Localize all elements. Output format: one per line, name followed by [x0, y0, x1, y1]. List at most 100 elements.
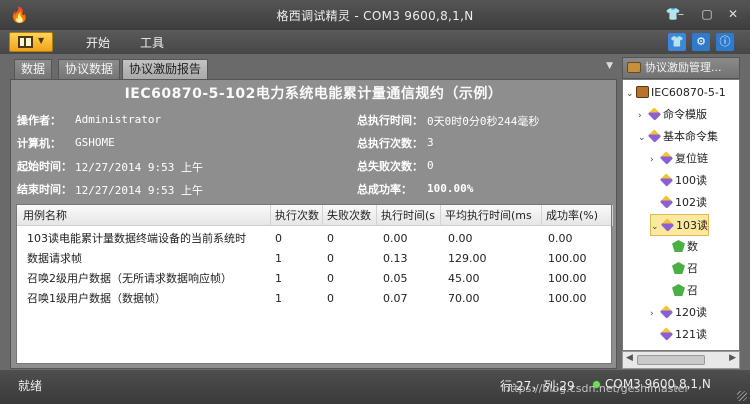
tree-node-label: 100读: [675, 174, 707, 187]
report-title: IEC60870-5-102电力系统电能累计量通信规约（示例）: [124, 86, 503, 102]
cell-exec-count: 1: [275, 292, 282, 305]
column-header-exec-count[interactable]: 执行次数: [271, 205, 323, 226]
tree-node-label: 数: [687, 240, 698, 253]
cell-success-rate: 100.00: [548, 272, 587, 285]
tree-panel-title: 协议激励管理...: [645, 61, 722, 74]
tree-node[interactable]: › 复位链: [650, 148, 708, 170]
diamond-icon: [659, 305, 674, 319]
gem-icon: [672, 240, 685, 252]
chevron-down-icon[interactable]: ⌄: [651, 216, 661, 238]
cell-avg-exec-time: 45.00: [448, 272, 480, 285]
tree-node[interactable]: ⌄ 103读: [650, 214, 709, 236]
tree-node[interactable]: › 120读: [650, 302, 707, 324]
window-title: 格西调试精灵 - COM3 9600,8,1,N: [276, 9, 474, 23]
about-icon[interactable]: ⓘ: [716, 33, 734, 51]
results-table: 用例名称 执行次数 失败次数 执行时间(s 平均执行时间(ms 成功率(%) 1…: [16, 204, 613, 364]
table-row[interactable]: 召唤1级用户数据（数据帧） 1 0 0.07 70.00 100.00: [17, 289, 611, 309]
maximize-button[interactable]: ▢: [696, 4, 718, 24]
total-exec-time-label: 总执行时间：: [357, 114, 423, 127]
chevron-down-icon[interactable]: ⌄: [626, 83, 636, 105]
gem-icon: [672, 284, 685, 296]
tree-node[interactable]: 召: [662, 280, 698, 302]
end-time-value: 12/27/2014 9:53 上午: [75, 184, 203, 197]
tree-node[interactable]: 100读: [650, 170, 707, 192]
cell-success-rate: 100.00: [548, 252, 587, 265]
status-bar: 就绪 行:27，列:29 COM3 9600,8,1,N https://blo…: [0, 370, 750, 404]
tree-node[interactable]: 数: [662, 236, 698, 258]
cell-exec-time: 0.07: [383, 292, 408, 305]
tree-panel-header: 协议激励管理...: [622, 57, 740, 79]
table-row[interactable]: 数据请求帧 1 0 0.13 129.00 100.00: [17, 249, 611, 269]
suitcase-icon: [636, 86, 649, 98]
settings-icon[interactable]: ⚙: [692, 33, 710, 51]
diamond-icon: [660, 218, 675, 232]
cell-exec-count: 1: [275, 272, 282, 285]
tree-node-label: 120读: [675, 306, 707, 319]
column-header-case-name[interactable]: 用例名称: [19, 205, 271, 226]
column-header-success-rate[interactable]: 成功率(%): [542, 205, 613, 226]
cell-fail-count: 0: [327, 292, 334, 305]
tree-node-label: IEC60870-5-1: [651, 86, 726, 99]
table-header: 用例名称 执行次数 失败次数 执行时间(s 平均执行时间(ms 成功率(%): [17, 205, 613, 226]
tree-node[interactable]: 102读: [650, 192, 707, 214]
tree-node-label: 102读: [675, 196, 707, 209]
chevron-down-icon[interactable]: ⌄: [638, 127, 648, 149]
tree-node[interactable]: 121读: [650, 324, 707, 346]
resize-grip-icon[interactable]: [737, 391, 747, 401]
column-header-exec-time[interactable]: 执行时间(s: [377, 205, 441, 226]
watermark-text: https://blog.csdn.net/geshimaster: [503, 382, 689, 395]
chevron-right-icon[interactable]: ›: [650, 149, 660, 171]
shirt-icon[interactable]: 👕: [668, 33, 686, 51]
report-view: IEC60870-5-102电力系统电能累计量通信规约（示例） 操作者： Adm…: [10, 79, 617, 369]
computer-value: GSHOME: [75, 136, 115, 149]
table-row[interactable]: 103读电能累计量数据终端设备的当前系统时 0 0 0.00 0.00 0.00: [17, 229, 611, 249]
cell-case-name: 103读电能累计量数据终端设备的当前系统时: [27, 232, 246, 245]
close-button[interactable]: ✕: [722, 4, 744, 24]
diamond-icon: [659, 195, 674, 209]
tree-node-label: 命令模版: [663, 108, 707, 121]
column-header-avg-exec-time[interactable]: 平均执行时间(ms: [441, 205, 542, 226]
application-menu-button[interactable]: ▼: [9, 32, 53, 52]
tree-node-label: 基本命令集: [663, 130, 718, 143]
gem-icon: [672, 262, 685, 274]
operator-value: Administrator: [75, 113, 162, 126]
start-time-value: 12/27/2014 9:53 上午: [75, 161, 203, 174]
cell-fail-count: 0: [327, 232, 334, 245]
tree-node-label: 复位链: [675, 152, 708, 165]
tab-protocol-data[interactable]: 协议数据: [58, 59, 121, 79]
tab-menu-arrow-icon[interactable]: ▼: [606, 61, 613, 71]
chevron-right-icon[interactable]: ›: [638, 105, 648, 127]
chevron-right-icon[interactable]: ›: [650, 303, 660, 325]
menu-start[interactable]: 开始: [86, 34, 110, 51]
total-fail-count-label: 总失败次数：: [357, 160, 423, 173]
tree-node-label: 121读: [675, 328, 707, 341]
cell-exec-time: 0.00: [383, 232, 408, 245]
cell-case-name: 召唤1级用户数据（数据帧）: [27, 292, 166, 305]
cell-avg-exec-time: 70.00: [448, 292, 480, 305]
total-exec-time-value: 0天0时0分0秒244毫秒: [427, 115, 540, 128]
tree-node[interactable]: 召: [662, 258, 698, 280]
column-header-fail-count[interactable]: 失败次数: [323, 205, 377, 226]
tree-node[interactable]: ⌄ IEC60870-5-1: [626, 82, 726, 104]
title-bar: 🔥 格西调试精灵 - COM3 9600,8,1,N 👕 – ▢ ✕: [0, 0, 750, 30]
cell-success-rate: 100.00: [548, 292, 587, 305]
diamond-icon: [659, 327, 674, 341]
total-fail-count-value: 0: [427, 159, 434, 172]
diamond-icon: [647, 129, 662, 143]
cell-exec-time: 0.13: [383, 252, 408, 265]
end-time-label: 结束时间：: [17, 183, 72, 196]
scrollbar-thumb[interactable]: [637, 355, 705, 365]
chevron-down-icon: ▼: [38, 36, 45, 45]
minimize-button[interactable]: –: [670, 4, 692, 24]
table-row[interactable]: 召唤2级用户数据（无所请求数据响应帧） 1 0 0.05 45.00 100.0…: [17, 269, 611, 289]
diamond-icon: [647, 107, 662, 121]
scroll-right-icon[interactable]: ▶: [729, 353, 736, 363]
scroll-left-icon[interactable]: ◀: [626, 353, 633, 363]
menu-tools[interactable]: 工具: [140, 34, 164, 51]
tree-node[interactable]: ⌄ 基本命令集: [638, 126, 718, 148]
tab-protocol-stimulus-report[interactable]: 协议激励报告: [122, 59, 209, 79]
tree-node[interactable]: › 命令模版: [638, 104, 707, 126]
tab-data[interactable]: 数据: [14, 59, 53, 79]
start-time-label: 起始时间：: [17, 160, 72, 173]
tree-horizontal-scrollbar[interactable]: ◀ ▶: [622, 351, 740, 369]
